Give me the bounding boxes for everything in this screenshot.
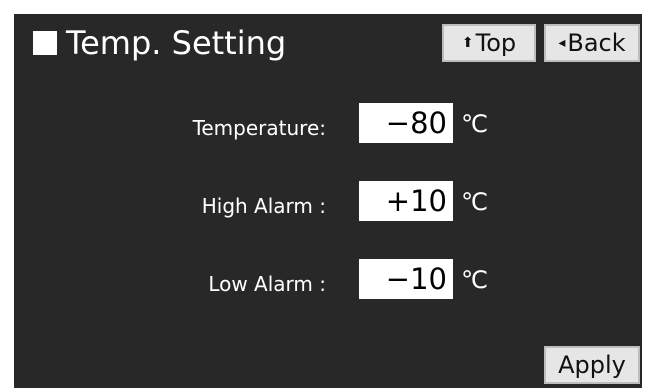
top-button-label: Top: [475, 29, 517, 57]
back-button[interactable]: ◂ Back: [544, 24, 640, 62]
hmi-screen: Temp. Setting ⬆ Top ◂ Back Temperature: …: [14, 14, 642, 388]
temperature-label: Temperature:: [192, 116, 326, 140]
low-alarm-value-field[interactable]: −10: [359, 259, 453, 299]
high-alarm-unit: ℃: [461, 188, 488, 216]
apply-button[interactable]: Apply: [544, 346, 640, 384]
left-triangle-icon: ◂: [558, 35, 566, 51]
low-alarm-label: Low Alarm :: [208, 272, 326, 296]
back-button-label: Back: [567, 29, 626, 57]
page-title: Temp. Setting: [66, 24, 287, 62]
top-button[interactable]: ⬆ Top: [442, 24, 536, 62]
low-alarm-unit: ℃: [461, 266, 488, 294]
apply-button-label: Apply: [558, 351, 626, 379]
temperature-unit: ℃: [461, 110, 488, 138]
high-alarm-value-field[interactable]: +10: [359, 181, 453, 221]
white-square-icon: [33, 31, 57, 55]
high-alarm-label: High Alarm :: [201, 194, 326, 218]
up-arrow-icon: ⬆: [461, 35, 474, 51]
temperature-value-field[interactable]: −80: [359, 103, 453, 143]
